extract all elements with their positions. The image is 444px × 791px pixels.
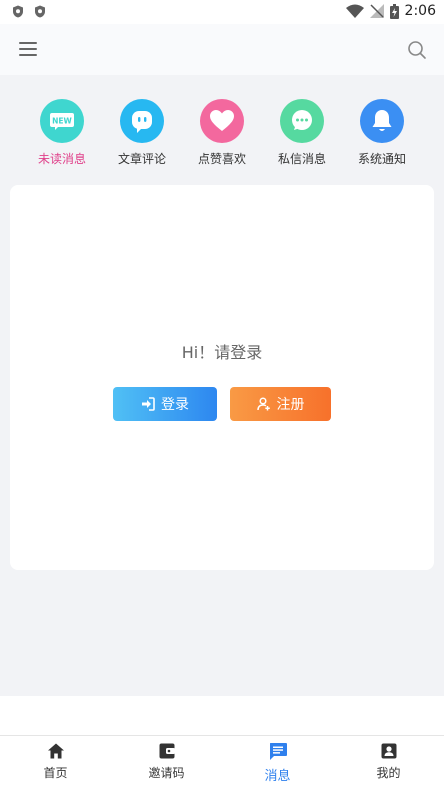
category-label: 私信消息 bbox=[277, 152, 326, 166]
category-comments[interactable]: 文章评论 bbox=[102, 99, 182, 167]
nav-messages[interactable]: 消息 bbox=[222, 742, 333, 784]
login-card: Hi！请登录 登录 注册 bbox=[10, 185, 434, 570]
shield-icon bbox=[13, 5, 23, 18]
category-system-notices[interactable]: 系统通知 bbox=[342, 99, 422, 167]
user-add-icon bbox=[256, 397, 270, 411]
category-label: 未读消息 bbox=[37, 152, 86, 166]
new-badge-icon: NEW bbox=[40, 99, 84, 143]
chat-icon bbox=[280, 99, 324, 143]
heart-icon bbox=[200, 99, 244, 143]
category-likes[interactable]: 点赞喜欢 bbox=[182, 99, 262, 167]
app-header bbox=[0, 24, 444, 75]
no-signal-icon bbox=[369, 4, 384, 18]
battery-charging-icon bbox=[389, 3, 399, 19]
nav-home[interactable]: 首页 bbox=[0, 742, 111, 781]
status-bar: 2:06 bbox=[0, 0, 444, 24]
nav-label: 邀请码 bbox=[148, 766, 185, 780]
menu-icon[interactable] bbox=[18, 39, 40, 59]
status-time: 2:06 bbox=[404, 3, 436, 19]
svg-text:NEW: NEW bbox=[52, 117, 72, 126]
wifi-icon bbox=[345, 4, 364, 18]
login-greeting: Hi！请登录 bbox=[181, 343, 263, 362]
comment-bubble-icon bbox=[120, 99, 164, 143]
home-icon bbox=[47, 743, 64, 759]
message-icon bbox=[269, 743, 287, 760]
category-private-messages[interactable]: 私信消息 bbox=[262, 99, 342, 167]
login-button-label: 登录 bbox=[161, 397, 189, 413]
profile-icon bbox=[381, 743, 396, 759]
category-unread[interactable]: NEW 未读消息 bbox=[22, 99, 102, 167]
category-label: 点赞喜欢 bbox=[197, 152, 246, 166]
nav-profile[interactable]: 我的 bbox=[333, 742, 444, 781]
nav-label: 我的 bbox=[376, 766, 401, 780]
search-icon[interactable] bbox=[407, 40, 427, 60]
message-categories: NEW 未读消息 文章评论 点赞喜欢 私信消息 系统通知 bbox=[0, 75, 444, 175]
wallet-icon bbox=[159, 743, 175, 759]
login-arrow-icon bbox=[142, 397, 155, 411]
bottom-navigation: 首页 邀请码 消息 我的 bbox=[0, 735, 444, 791]
nav-invite-code[interactable]: 邀请码 bbox=[111, 742, 222, 781]
register-button[interactable]: 注册 bbox=[230, 387, 331, 421]
nav-label: 消息 bbox=[264, 769, 291, 784]
login-button[interactable]: 登录 bbox=[113, 387, 217, 421]
shield-icon bbox=[35, 5, 45, 18]
register-button-label: 注册 bbox=[276, 397, 305, 413]
nav-label: 首页 bbox=[43, 766, 68, 780]
bell-icon bbox=[360, 99, 404, 143]
content-area: NEW 未读消息 文章评论 点赞喜欢 私信消息 系统通知 Hi！请登录 登录 注… bbox=[0, 75, 444, 696]
category-label: 文章评论 bbox=[117, 152, 166, 166]
category-label: 系统通知 bbox=[357, 152, 406, 166]
